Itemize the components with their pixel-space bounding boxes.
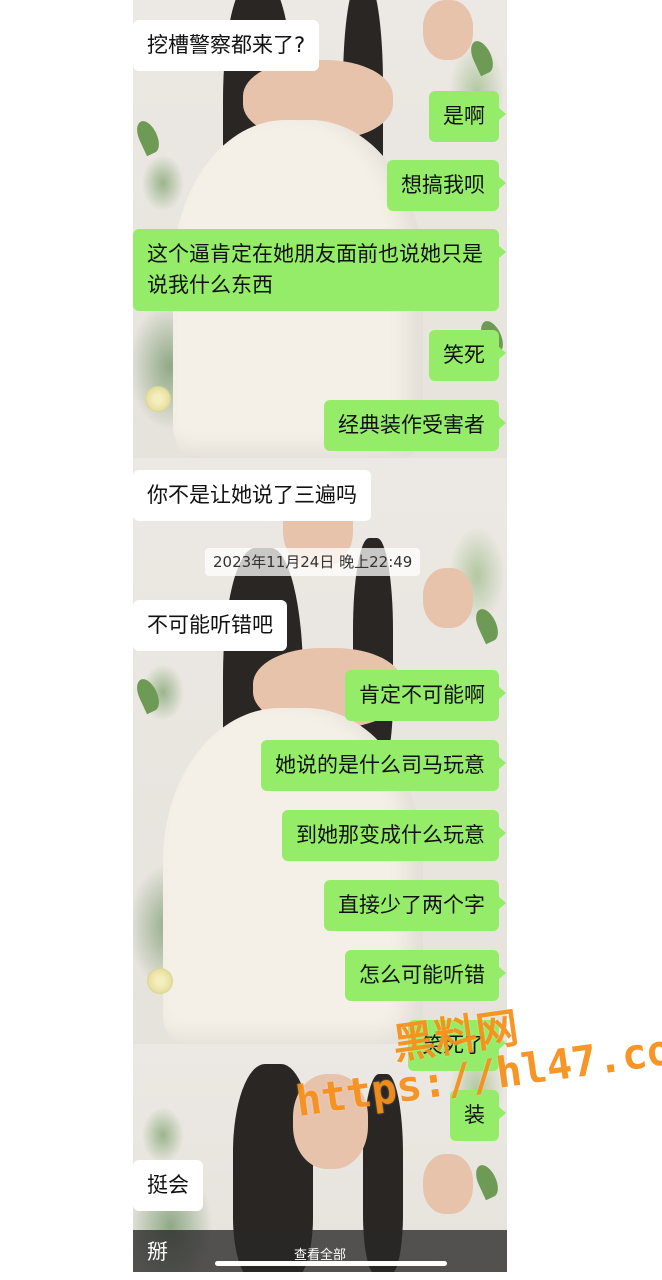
message-incoming[interactable]: 挺会 <box>133 1160 203 1211</box>
photo-hand <box>423 568 473 628</box>
message-outgoing[interactable]: 经典装作受害者 <box>324 400 506 451</box>
message-outgoing[interactable]: 直接少了两个字 <box>324 880 506 931</box>
photo-leaf <box>133 675 164 715</box>
message-outgoing[interactable]: 笑死了 <box>408 1020 506 1071</box>
message-outgoing[interactable]: 装 <box>450 1090 506 1141</box>
message-outgoing[interactable]: 怎么可能听错 <box>345 950 506 1001</box>
home-indicator[interactable] <box>215 1261 447 1266</box>
message-outgoing[interactable]: 笑死 <box>429 330 506 381</box>
message-outgoing[interactable]: 这个逼肯定在她朋友面前也说她只是说我什么东西 <box>133 229 506 311</box>
message-outgoing[interactable]: 是啊 <box>429 91 506 142</box>
message-outgoing[interactable]: 想搞我呗 <box>387 160 506 211</box>
message-outgoing[interactable]: 肯定不可能啊 <box>345 670 506 721</box>
message-incoming[interactable]: 不可能听错吧 <box>133 600 287 651</box>
photo-leaf <box>466 37 498 77</box>
photo-leaf <box>471 605 503 645</box>
chat-screenshot: 挖槽警察都来了? 是啊 想搞我呗 这个逼肯定在她朋友面前也说她只是说我什么东西 … <box>133 0 507 1272</box>
message-outgoing[interactable]: 她说的是什么司马玩意 <box>261 740 506 791</box>
message-outgoing[interactable]: 到她那变成什么玩意 <box>282 810 506 861</box>
photo-face <box>293 1074 368 1169</box>
message-timestamp: 2023年11月24日 晚上22:49 <box>205 548 421 576</box>
photo-hand <box>423 0 473 60</box>
photo-leaf <box>471 1161 503 1201</box>
bottom-bar: 掰 查看全部 <box>133 1230 507 1272</box>
photo-flower <box>145 386 171 412</box>
message-incoming[interactable]: 挖槽警察都来了? <box>133 20 320 71</box>
photo-hand <box>423 1154 473 1214</box>
message-incoming[interactable]: 你不是让她说了三遍吗 <box>133 470 371 521</box>
photo-leaf <box>133 117 164 157</box>
photo-flower <box>147 968 173 994</box>
